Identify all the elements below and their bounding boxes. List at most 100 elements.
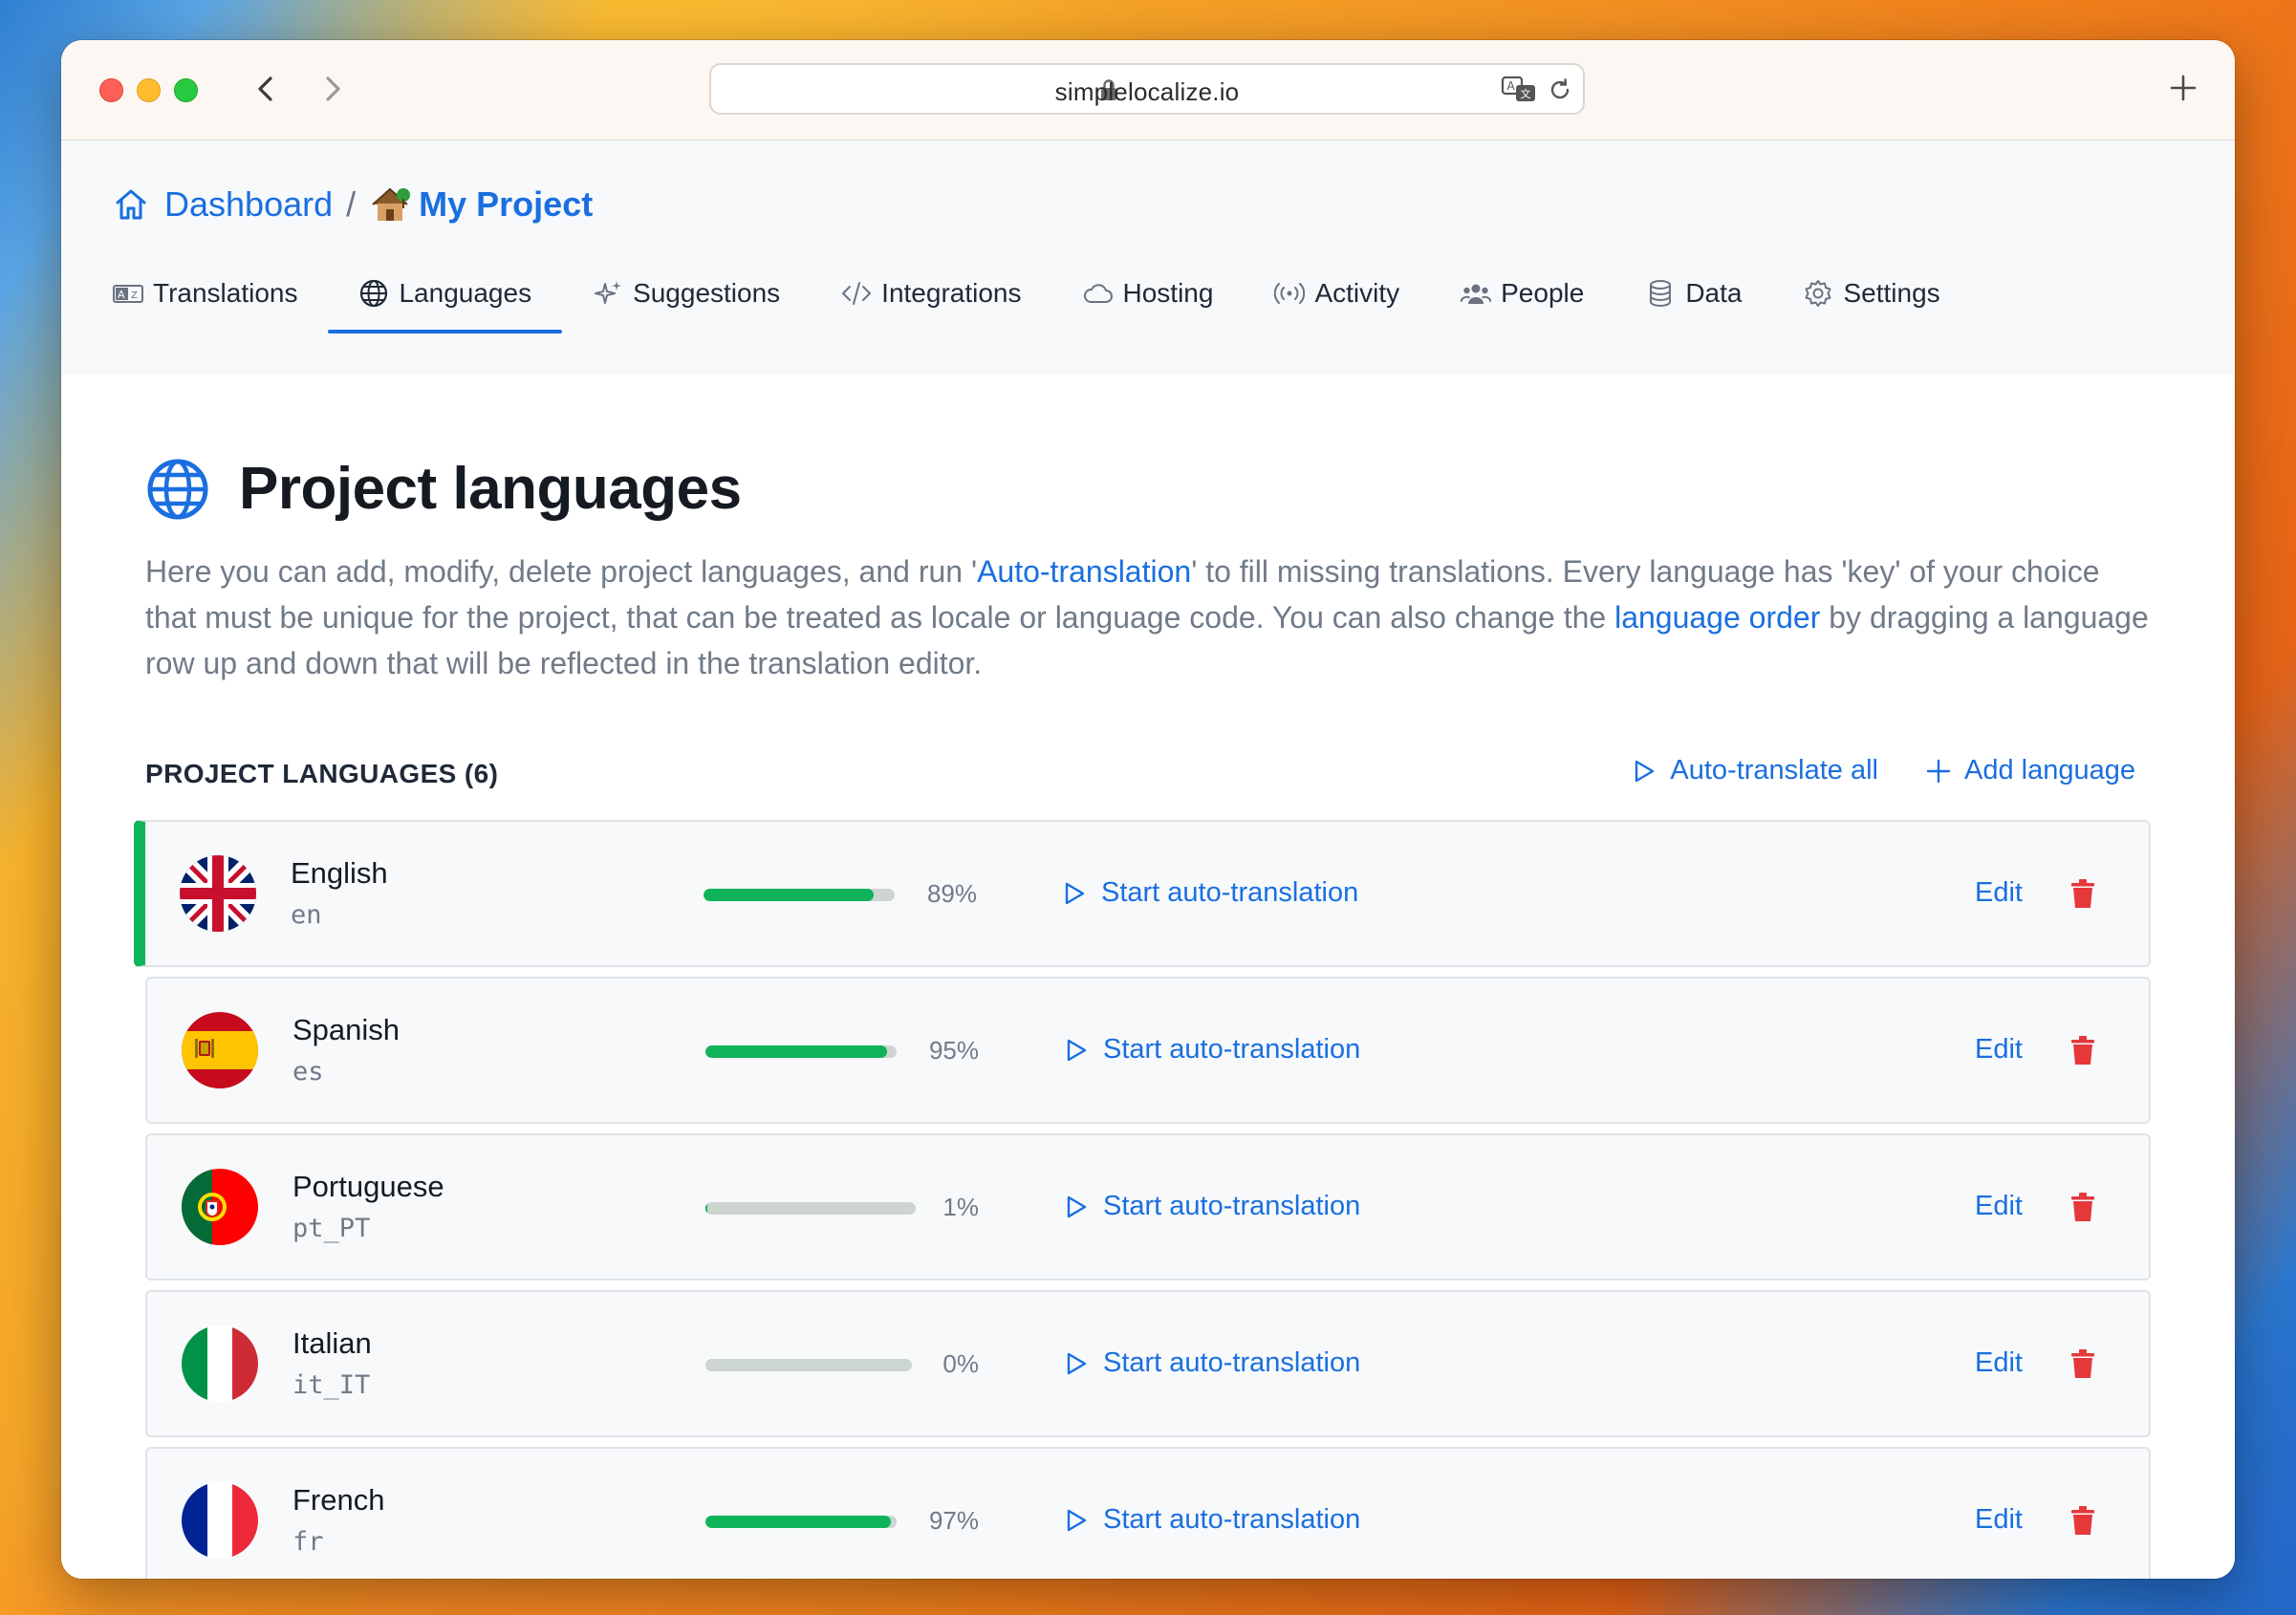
breadcrumb-separator: / xyxy=(346,184,357,224)
language-code: en xyxy=(291,900,322,930)
language-name: French xyxy=(292,1483,385,1517)
tab-activity[interactable]: Activity xyxy=(1244,255,1430,332)
url-text: simplelocalize.io xyxy=(1054,77,1240,106)
app-header: Dashboard / My Project AZ Translations L… xyxy=(61,140,2235,376)
start-auto-translation-button[interactable]: Start auto-translation xyxy=(1061,877,1358,909)
start-auto-translation-button[interactable]: Start auto-translation xyxy=(1063,1347,1360,1379)
auto-translate-all-label: Auto-translate all xyxy=(1670,755,1878,786)
minimize-window-button[interactable] xyxy=(137,78,161,102)
zoom-window-button[interactable] xyxy=(174,78,198,102)
database-icon xyxy=(1650,280,1672,307)
add-language-button[interactable]: Add language xyxy=(1926,755,2135,786)
language-list: English en 89% Start auto-translation Ed… xyxy=(134,820,2151,1579)
tab-suggestions[interactable]: Suggestions xyxy=(562,255,811,332)
language-row-portuguese[interactable]: Portuguese pt_PT 1% Start auto-translati… xyxy=(145,1133,2151,1281)
code-icon xyxy=(842,282,872,305)
section-title: PROJECT LANGUAGES (6) xyxy=(145,759,499,788)
edit-language-button[interactable]: Edit xyxy=(1975,877,2023,909)
trash-icon[interactable] xyxy=(2069,1191,2097,1223)
gear-icon xyxy=(1805,280,1831,307)
france-flag-icon xyxy=(182,1482,258,1559)
progress-fill xyxy=(704,889,874,901)
tab-label: Integrations xyxy=(881,278,1022,308)
language-code: fr xyxy=(292,1527,324,1557)
new-tab-plus-icon[interactable] xyxy=(2166,71,2200,105)
edit-language-button[interactable]: Edit xyxy=(1975,1191,2023,1222)
home-icon[interactable] xyxy=(113,186,149,223)
start-auto-translation-button[interactable]: Start auto-translation xyxy=(1063,1504,1360,1536)
language-row-english[interactable]: English en 89% Start auto-translation Ed… xyxy=(134,820,2151,967)
language-row-italian[interactable]: Italian it_IT 0% Start auto-translation … xyxy=(145,1290,2151,1437)
svg-text:A: A xyxy=(1507,79,1516,93)
translations-icon: AZ xyxy=(113,285,143,303)
breadcrumb: Dashboard / My Project xyxy=(113,181,593,228)
globe-icon xyxy=(147,459,208,519)
trash-icon[interactable] xyxy=(2069,1504,2097,1537)
svg-text:Z: Z xyxy=(131,291,138,301)
language-row-spanish[interactable]: Spanish es 95% Start auto-translation Ed… xyxy=(145,977,2151,1124)
trash-icon[interactable] xyxy=(2069,1034,2097,1066)
edit-language-button[interactable]: Edit xyxy=(1975,1347,2023,1379)
tab-settings[interactable]: Settings xyxy=(1772,255,1970,332)
start-auto-translation-button[interactable]: Start auto-translation xyxy=(1063,1191,1360,1222)
progress-percent: 0% xyxy=(942,1349,979,1378)
breadcrumb-project-link[interactable]: My Project xyxy=(419,184,593,225)
breadcrumb-dashboard-link[interactable]: Dashboard xyxy=(164,184,333,225)
progress-bar xyxy=(705,1359,912,1371)
tab-label: Settings xyxy=(1843,278,1940,308)
forward-arrow-icon[interactable] xyxy=(315,71,350,107)
play-icon xyxy=(1065,882,1085,904)
project-hut-icon xyxy=(372,187,411,221)
people-icon xyxy=(1461,284,1492,304)
languages-section-header: PROJECT LANGUAGES (6) Auto-translate all… xyxy=(145,751,2135,799)
reload-icon[interactable] xyxy=(1547,76,1573,103)
language-code: it_IT xyxy=(292,1370,371,1400)
progress-percent: 95% xyxy=(928,1036,979,1065)
trash-icon[interactable] xyxy=(2069,1347,2097,1380)
tab-label: Translations xyxy=(153,278,298,308)
close-window-button[interactable] xyxy=(99,78,123,102)
edit-language-button[interactable]: Edit xyxy=(1975,1504,2023,1536)
progress-percent: 97% xyxy=(928,1506,979,1535)
globe-icon xyxy=(360,279,388,308)
language-name: Portuguese xyxy=(292,1170,444,1203)
tab-people[interactable]: People xyxy=(1430,255,1614,332)
uk-flag-icon xyxy=(180,855,256,932)
back-arrow-icon[interactable] xyxy=(249,71,283,107)
progress-bar xyxy=(704,889,895,901)
address-bar[interactable]: simplelocalize.io A文 xyxy=(709,63,1585,115)
language-name: Italian xyxy=(292,1326,372,1360)
auto-translate-all-button[interactable]: Auto-translate all xyxy=(1632,755,1878,786)
start-auto-translation-button[interactable]: Start auto-translation xyxy=(1063,1034,1360,1066)
project-tabs: AZ Translations Languages Suggestions In… xyxy=(113,255,1971,334)
tab-label: Data xyxy=(1685,278,1743,308)
tab-data[interactable]: Data xyxy=(1614,255,1772,332)
tab-hosting[interactable]: Hosting xyxy=(1052,255,1245,332)
browser-toolbar: simplelocalize.io A文 xyxy=(61,40,2235,140)
page-header: Project languages xyxy=(145,455,742,523)
tab-translations[interactable]: AZ Translations xyxy=(113,255,328,332)
broadcast-icon xyxy=(1274,283,1306,304)
progress-fill xyxy=(705,1202,708,1215)
play-icon xyxy=(1635,760,1655,782)
edit-language-button[interactable]: Edit xyxy=(1975,1034,2023,1066)
translate-page-icon[interactable]: A文 xyxy=(1501,75,1539,105)
auto-translation-link[interactable]: Auto-translation xyxy=(977,554,1191,589)
tab-label: Activity xyxy=(1314,278,1400,308)
start-auto-translation-label: Start auto-translation xyxy=(1103,1034,1361,1065)
section-actions: Auto-translate all Add language xyxy=(1584,755,2135,786)
add-language-label: Add language xyxy=(1964,755,2135,786)
language-code: es xyxy=(292,1057,324,1087)
portugal-flag-icon xyxy=(182,1169,258,1245)
start-auto-translation-label: Start auto-translation xyxy=(1103,1191,1361,1221)
plus-icon xyxy=(1926,759,1951,783)
tab-integrations[interactable]: Integrations xyxy=(811,255,1051,332)
progress-percent: 1% xyxy=(942,1193,979,1221)
play-icon xyxy=(1067,1352,1087,1374)
language-order-link[interactable]: language order xyxy=(1614,600,1820,635)
trash-icon[interactable] xyxy=(2069,877,2097,910)
progress-bar xyxy=(705,1516,897,1528)
language-row-french[interactable]: French fr 97% Start auto-translation Edi… xyxy=(145,1447,2151,1579)
tab-label: Languages xyxy=(399,278,532,308)
tab-languages[interactable]: Languages xyxy=(328,255,562,334)
